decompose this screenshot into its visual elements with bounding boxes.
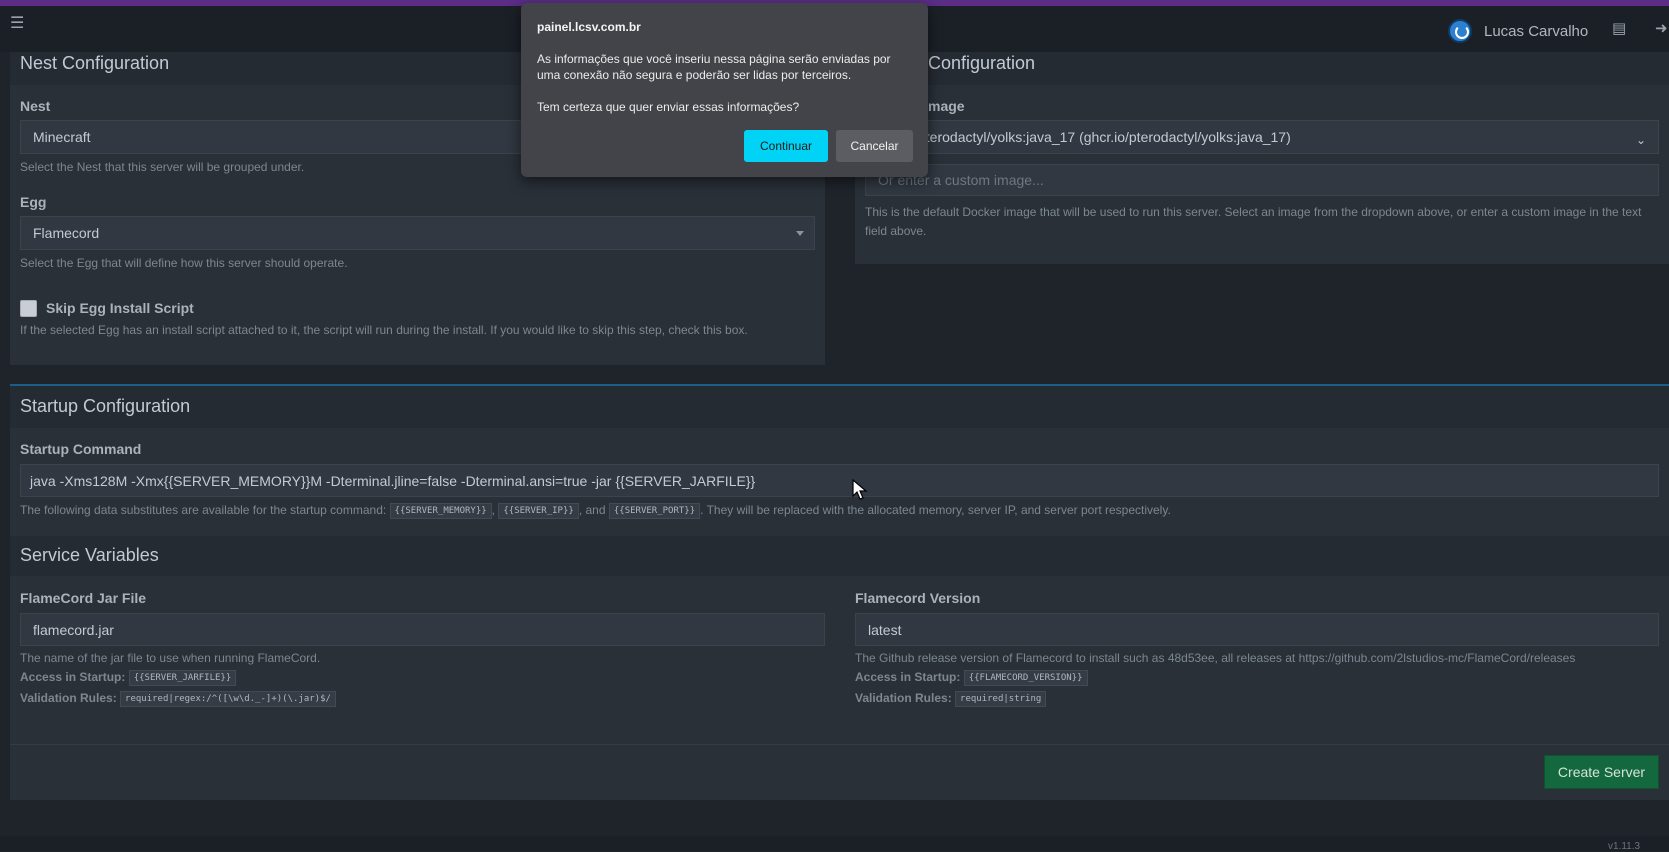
var-version-access-label: Access in Startup: [855,670,961,685]
chevron-down-icon: ⌄ [1635,133,1646,147]
var-jarfile-help: The name of the jar file to use when run… [20,651,321,665]
footer-version: v1.11.3 [1608,841,1641,852]
nest-label: Nest [20,98,51,114]
var-jarfile-rules: Validation Rules: required|regex:/^([\w\… [20,691,336,707]
var-version-access-code: {{FLAMECORD_VERSION}} [963,670,1088,686]
egg-help: Select the Egg that will define how this… [20,256,348,270]
var-version-access: Access in Startup: {{FLAMECORD_VERSION}} [855,670,1088,686]
startup-help-sep2: , and [578,503,606,518]
startup-help: The following data substitutes are avail… [20,503,1171,519]
page-footer [0,836,1669,851]
startup-command-label: Startup Command [20,441,142,457]
nest-help: Select the Nest that this server will be… [20,160,305,174]
docker-image-select[interactable]: pterodactyl/yolks:java_17 (ghcr.io/ptero… [865,120,1659,154]
var-jarfile-access-label: Access in Startup: [20,670,126,685]
docker-config-title: Configuration [928,53,1036,73]
var-jarfile-input[interactable]: flamecord.jar [20,613,825,646]
startup-command-input[interactable]: java -Xms128M -Xmx{{SERVER_MEMORY}}M -Dt… [20,464,1659,497]
logout-icon[interactable]: ➜ [1655,21,1669,36]
custom-image-input[interactable]: Or enter a custom image... [865,164,1659,196]
skip-egg-checkbox[interactable] [20,300,37,317]
docker-image-help: This is the default Docker image that wi… [865,205,1642,238]
startup-help-sep1: , [491,503,496,518]
dialog-message: As informações que você inseriu nessa pá… [537,52,891,82]
dialog-cancel-button[interactable]: Cancelar [836,130,913,162]
var-jarfile-access-code: {{SERVER_JARFILE}} [128,670,237,686]
var-jarfile-access: Access in Startup: {{SERVER_JARFILE}} [20,670,237,686]
var-version-label: Flamecord Version [855,590,981,606]
menu-icon[interactable]: ☰ [10,16,24,32]
user-name[interactable]: Lucas Carvalho [1484,23,1588,40]
var-jarfile-value: flamecord.jar [33,621,114,638]
var-version-rules-code: required|string [955,691,1047,707]
startup-config-title: Startup Configuration [20,396,191,416]
docker-image-label: mage [928,98,965,114]
code-server-ip: {{SERVER_IP}} [498,503,579,519]
var-version-input[interactable]: latest [855,613,1659,646]
skip-egg-help: If the selected Egg has an install scrip… [20,323,748,337]
var-version-rules-label: Validation Rules: [855,691,952,706]
service-vars-title: Service Variables [20,545,159,565]
dialog-host: painel.lcsv.com.br [537,20,641,34]
egg-label: Egg [20,194,47,210]
nest-select-value: Minecraft [33,129,91,145]
mouse-cursor-icon [852,479,868,500]
code-server-port: {{SERVER_PORT}} [608,503,701,519]
service-vars-header [10,536,1669,576]
chevron-down-icon [796,231,804,236]
var-version-help: The Github release version of Flamecord … [855,651,1576,665]
skip-egg-label: Skip Egg Install Script [46,300,194,316]
startup-command-value: java -Xms128M -Xmx{{SERVER_MEMORY}}M -Dt… [30,472,756,489]
startup-config-header [10,386,1669,428]
server-list-icon[interactable]: ▤ [1612,21,1626,36]
code-server-memory: {{SERVER_MEMORY}} [389,503,492,519]
panel-footer-divider [10,744,1669,745]
insecure-form-dialog: painel.lcsv.com.br As informações que vo… [521,3,928,177]
create-server-button[interactable]: Create Server [1544,755,1659,789]
egg-select[interactable]: Flamecord [20,216,815,250]
nest-config-title: Nest Configuration [20,53,170,73]
var-version-rules: Validation Rules: required|string [855,691,1047,707]
var-jarfile-label: FlameCord Jar File [20,590,147,606]
var-version-value: latest [868,621,902,638]
docker-image-value: pterodactyl/yolks:java_17 (ghcr.io/ptero… [918,129,1291,145]
var-jarfile-rules-label: Validation Rules: [20,691,117,706]
var-jarfile-rules-code: required|regex:/^([\w\d._-]+)(\.jar)$/ [120,691,336,707]
dialog-question: Tem certeza que quer enviar essas inform… [537,100,800,114]
startup-help-prefix: The following data substitutes are avail… [20,503,387,518]
egg-select-value: Flamecord [33,225,100,241]
dialog-continue-button[interactable]: Continuar [744,130,828,162]
startup-help-suffix: . They will be replaced with the allocat… [700,503,1171,518]
power-icon[interactable] [1448,19,1472,43]
